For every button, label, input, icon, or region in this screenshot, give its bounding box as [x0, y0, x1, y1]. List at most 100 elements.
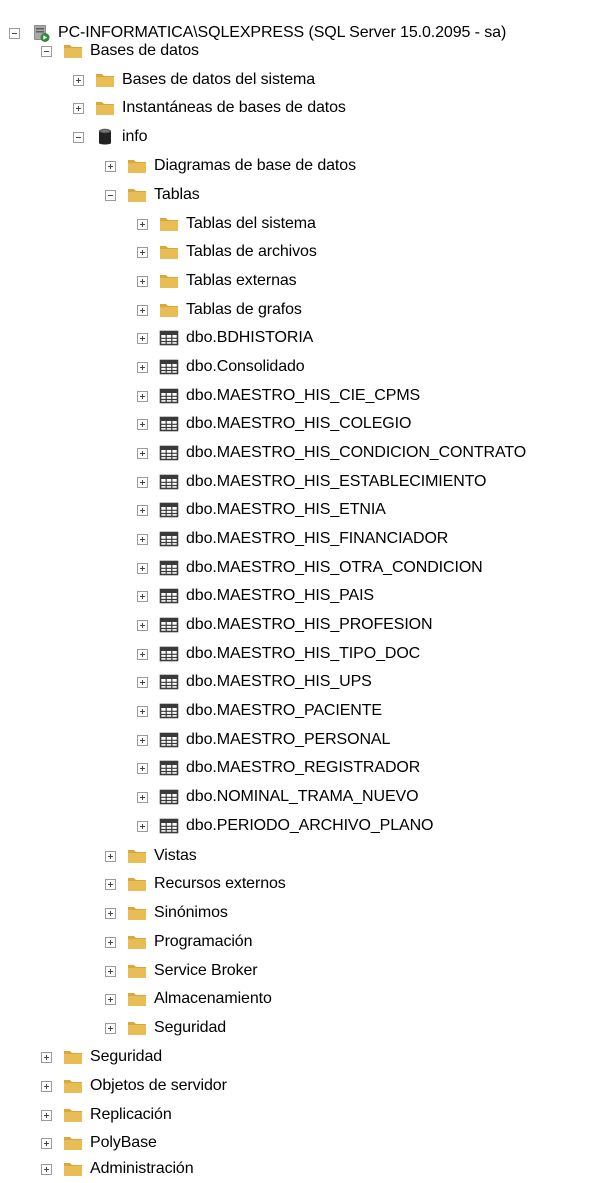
expand-toggle[interactable]: [137, 734, 148, 746]
tree-node-table[interactable]: dbo.MAESTRO_HIS_PAIS: [0, 582, 598, 610]
tree-node-graph-tables[interactable]: Tablas de grafos: [0, 296, 598, 324]
tree-node-table[interactable]: dbo.MAESTRO_HIS_CIE_CPMS: [0, 382, 598, 410]
expand-toggle[interactable]: [137, 275, 148, 287]
expand-toggle[interactable]: [137, 332, 148, 344]
expand-toggle[interactable]: [73, 74, 84, 86]
tree-node-external-tables[interactable]: Tablas externas: [0, 267, 598, 295]
tree-node-system-databases[interactable]: Bases de datos del sistema: [0, 66, 598, 94]
expand-toggle[interactable]: [137, 390, 148, 402]
expand-toggle[interactable]: [137, 820, 148, 832]
tree-node-polybase[interactable]: PolyBase: [0, 1129, 598, 1157]
collapse-toggle[interactable]: [73, 131, 84, 143]
expand-toggle[interactable]: [105, 160, 116, 172]
tree-node-label: Diagramas de base de datos: [154, 157, 356, 174]
tree-node-programmability[interactable]: Programación: [0, 928, 598, 956]
collapse-toggle[interactable]: [105, 189, 116, 201]
expand-toggle[interactable]: [137, 762, 148, 774]
expand-toggle[interactable]: [105, 878, 116, 890]
tree-node-table[interactable]: dbo.MAESTRO_HIS_ESTABLECIMIENTO: [0, 468, 598, 496]
expand-toggle[interactable]: [41, 1137, 52, 1149]
tree-node-server-objects[interactable]: Objetos de servidor: [0, 1072, 598, 1100]
expand-toggle[interactable]: [137, 361, 148, 373]
expand-toggle[interactable]: [105, 850, 116, 862]
tree-node-table[interactable]: dbo.MAESTRO_HIS_PROFESION: [0, 611, 598, 639]
tree-node-database-info[interactable]: info: [0, 123, 598, 151]
expand-toggle[interactable]: [137, 418, 148, 430]
expand-toggle[interactable]: [105, 936, 116, 948]
tree-node-table[interactable]: dbo.NOMINAL_TRAMA_NUEVO: [0, 783, 598, 811]
tree-node-service-broker[interactable]: Service Broker: [0, 957, 598, 985]
tree-node-label: dbo.Consolidado: [186, 358, 305, 375]
expand-toggle[interactable]: [137, 619, 148, 631]
table-icon: [159, 531, 179, 547]
tree-node-table[interactable]: dbo.MAESTRO_PERSONAL: [0, 726, 598, 754]
expand-toggle[interactable]: [137, 476, 148, 488]
expand-toggle[interactable]: [137, 246, 148, 258]
table-icon: [159, 732, 179, 748]
expand-toggle[interactable]: [41, 1163, 52, 1175]
table-icon: [159, 617, 179, 633]
tree-node-system-tables[interactable]: Tablas del sistema: [0, 210, 598, 238]
tree-node-label: dbo.MAESTRO_HIS_OTRA_CONDICION: [186, 559, 483, 576]
tree-node-label: dbo.MAESTRO_HIS_ETNIA: [186, 501, 386, 518]
tree-node-synonyms[interactable]: Sinónimos: [0, 899, 598, 927]
expand-toggle[interactable]: [105, 965, 116, 977]
tree-node-security[interactable]: Seguridad: [0, 1043, 598, 1071]
tree-node-label: Service Broker: [154, 962, 258, 979]
tree-node-table[interactable]: dbo.MAESTRO_HIS_UPS: [0, 668, 598, 696]
tree-node-label: dbo.PERIODO_ARCHIVO_PLANO: [186, 817, 434, 834]
expand-toggle[interactable]: [73, 102, 84, 114]
tree-node-label: dbo.MAESTRO_PERSONAL: [186, 731, 391, 748]
folder-icon: [64, 1137, 82, 1150]
tree-node-table[interactable]: dbo.Consolidado: [0, 353, 598, 381]
folder-icon: [128, 965, 146, 978]
expand-toggle[interactable]: [105, 907, 116, 919]
expand-toggle[interactable]: [137, 533, 148, 545]
tree-node-replication[interactable]: Replicación: [0, 1101, 598, 1129]
tree-node-label: info: [122, 128, 148, 145]
tree-node-table[interactable]: dbo.MAESTRO_HIS_OTRA_CONDICION: [0, 554, 598, 582]
expand-toggle[interactable]: [137, 676, 148, 688]
folder-icon: [64, 45, 82, 58]
tree-node-external-resources[interactable]: Recursos externos: [0, 870, 598, 898]
tree-node-table[interactable]: dbo.BDHISTORIA: [0, 324, 598, 352]
expand-toggle[interactable]: [137, 648, 148, 660]
tree-node-table[interactable]: dbo.MAESTRO_HIS_COLEGIO: [0, 410, 598, 438]
expand-toggle[interactable]: [41, 1080, 52, 1092]
tree-node-table[interactable]: dbo.MAESTRO_HIS_TIPO_DOC: [0, 640, 598, 668]
table-icon: [159, 359, 179, 375]
tree-node-label: dbo.MAESTRO_HIS_TIPO_DOC: [186, 645, 421, 662]
expand-toggle[interactable]: [137, 590, 148, 602]
tree-node-management[interactable]: Administración: [0, 1155, 598, 1183]
expand-toggle[interactable]: [137, 447, 148, 459]
expand-toggle[interactable]: [105, 1022, 116, 1034]
expand-toggle[interactable]: [41, 1109, 52, 1121]
folder-icon: [160, 218, 178, 231]
tree-node-snapshots[interactable]: Instantáneas de bases de datos: [0, 94, 598, 122]
tree-node-file-tables[interactable]: Tablas de archivos: [0, 238, 598, 266]
tree-node-table[interactable]: dbo.MAESTRO_REGISTRADOR: [0, 754, 598, 782]
tree-node-table[interactable]: dbo.MAESTRO_HIS_CONDICION_CONTRATO: [0, 439, 598, 467]
expand-toggle[interactable]: [137, 504, 148, 516]
expand-toggle[interactable]: [137, 218, 148, 230]
tree-node-table[interactable]: dbo.MAESTRO_HIS_ETNIA: [0, 496, 598, 524]
expand-toggle[interactable]: [105, 993, 116, 1005]
tree-node-table[interactable]: dbo.MAESTRO_PACIENTE: [0, 697, 598, 725]
tree-node-table[interactable]: dbo.MAESTRO_HIS_FINANCIADOR: [0, 525, 598, 553]
tree-node-views[interactable]: Vistas: [0, 842, 598, 870]
tree-node-table[interactable]: dbo.PERIODO_ARCHIVO_PLANO: [0, 812, 598, 840]
expand-toggle[interactable]: [137, 562, 148, 574]
expand-toggle[interactable]: [137, 791, 148, 803]
collapse-toggle[interactable]: [41, 45, 52, 57]
tree-node-tables[interactable]: Tablas: [0, 181, 598, 209]
expand-toggle[interactable]: [137, 705, 148, 717]
tree-node-storage[interactable]: Almacenamiento: [0, 985, 598, 1013]
tree-node-db-security[interactable]: Seguridad: [0, 1014, 598, 1042]
tree-node-label: Almacenamiento: [154, 990, 272, 1007]
folder-icon: [64, 1109, 82, 1122]
expand-toggle[interactable]: [137, 304, 148, 316]
tree-node-label: Tablas de archivos: [186, 243, 317, 260]
tree-node-databases[interactable]: Bases de datos: [0, 37, 598, 65]
tree-node-diagrams[interactable]: Diagramas de base de datos: [0, 152, 598, 180]
expand-toggle[interactable]: [41, 1051, 52, 1063]
